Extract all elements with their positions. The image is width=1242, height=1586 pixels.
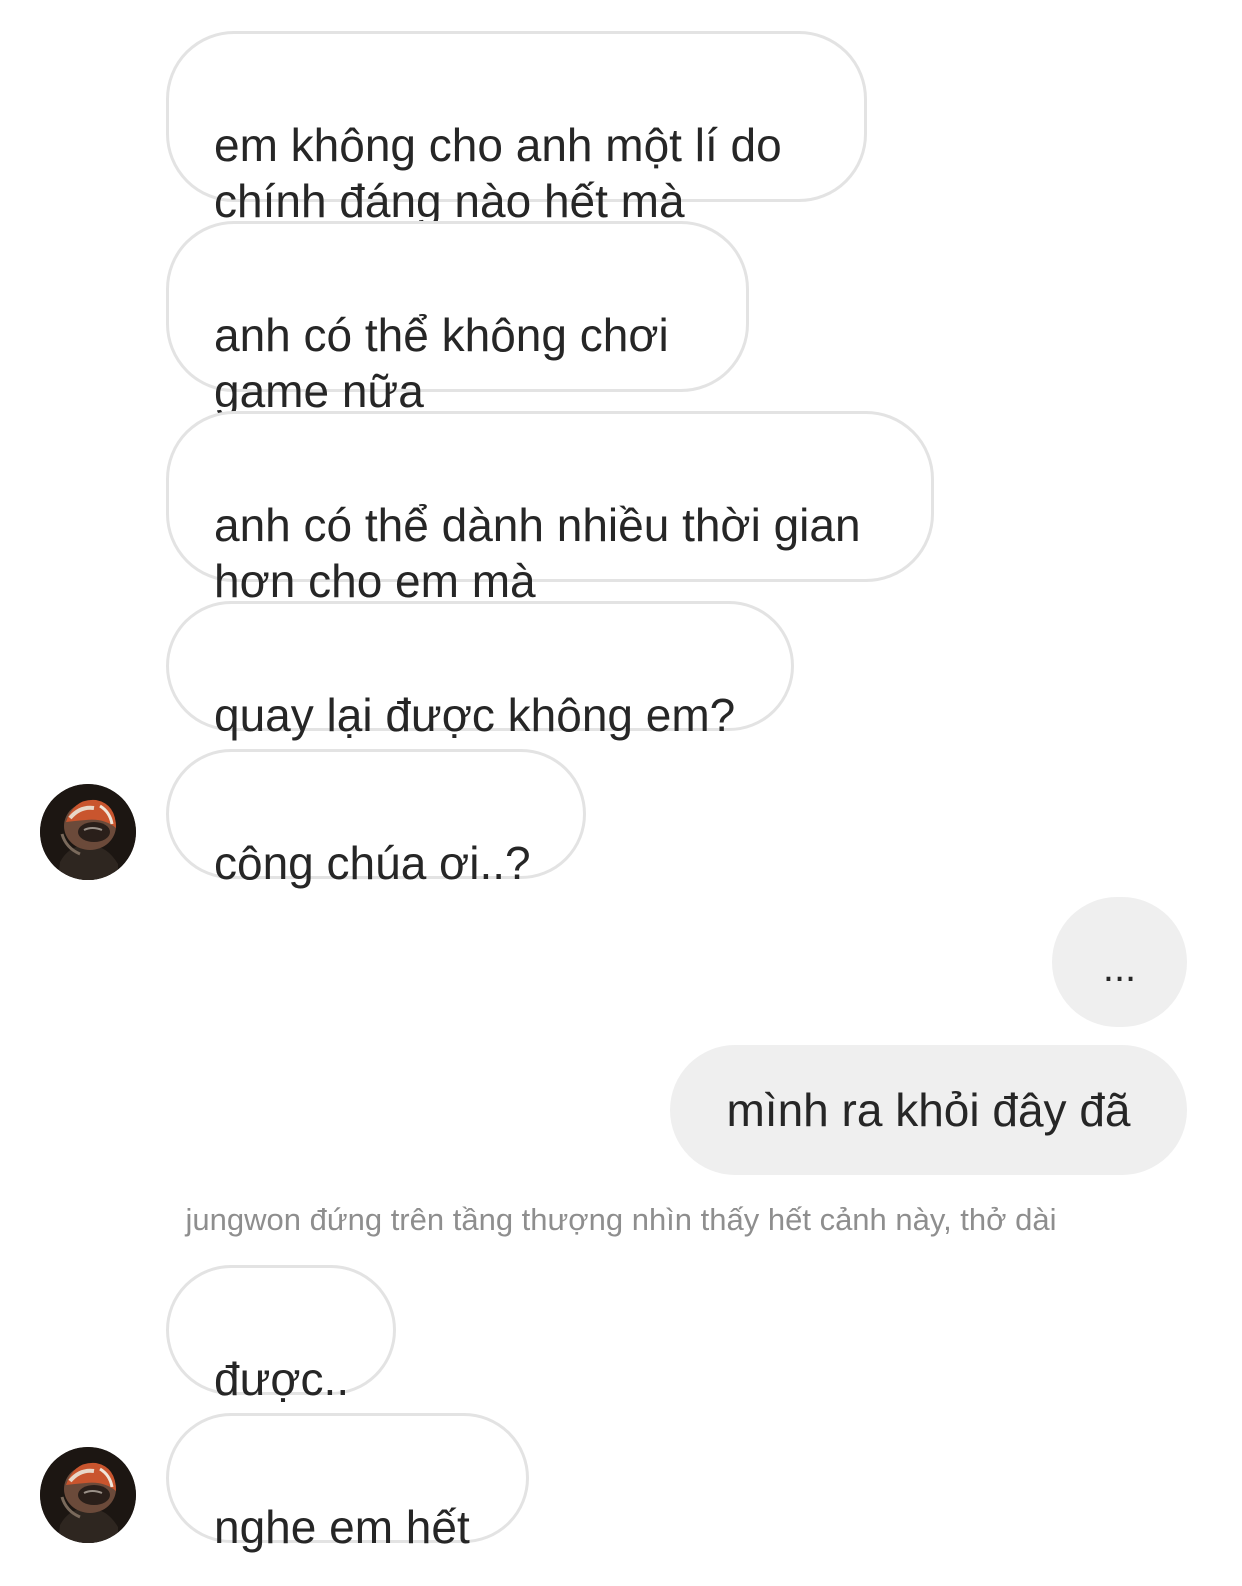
helmet-icon	[40, 1447, 136, 1543]
message-text: công chúa ơi..?	[214, 837, 531, 889]
system-note: jungwon đứng trên tầng thượng nhìn thấy …	[185, 1202, 1057, 1237]
message-text: ...	[1102, 946, 1137, 990]
helmet-avatar-icon[interactable]	[40, 1447, 136, 1543]
message-bubble-outgoing[interactable]: mình ra khỏi đây đã	[670, 1045, 1187, 1175]
message-bubble-incoming[interactable]: anh có thể không chơi game nữa	[166, 221, 749, 417]
message-text: em không cho anh một lí do chính đáng nà…	[214, 119, 782, 227]
message-bubble-incoming[interactable]: công chúa ơi..?	[166, 749, 586, 889]
message-bubble-incoming[interactable]: được..	[166, 1265, 396, 1405]
message-text: mình ra khỏi đây đã	[726, 1084, 1131, 1136]
message-bubble-incoming[interactable]: quay lại được không em?	[166, 601, 794, 741]
message-text: nghe em hết	[214, 1501, 470, 1553]
chat-thread: em không cho anh một lí do chính đáng nà…	[0, 0, 1242, 1586]
message-bubble-incoming[interactable]: em không cho anh một lí do chính đáng nà…	[166, 31, 867, 227]
message-text: được..	[214, 1353, 350, 1405]
message-bubble-incoming[interactable]: nghe em hết	[166, 1413, 529, 1553]
message-bubble-outgoing[interactable]: ...	[1052, 897, 1187, 1027]
message-text: anh có thể dành nhiều thời gian hơn cho …	[214, 499, 861, 607]
message-text: quay lại được không em?	[214, 689, 736, 741]
helmet-icon	[40, 784, 136, 880]
message-bubble-incoming[interactable]: anh có thể dành nhiều thời gian hơn cho …	[166, 411, 934, 607]
helmet-avatar-icon[interactable]	[40, 784, 136, 880]
message-text: anh có thể không chơi game nữa	[214, 309, 669, 417]
